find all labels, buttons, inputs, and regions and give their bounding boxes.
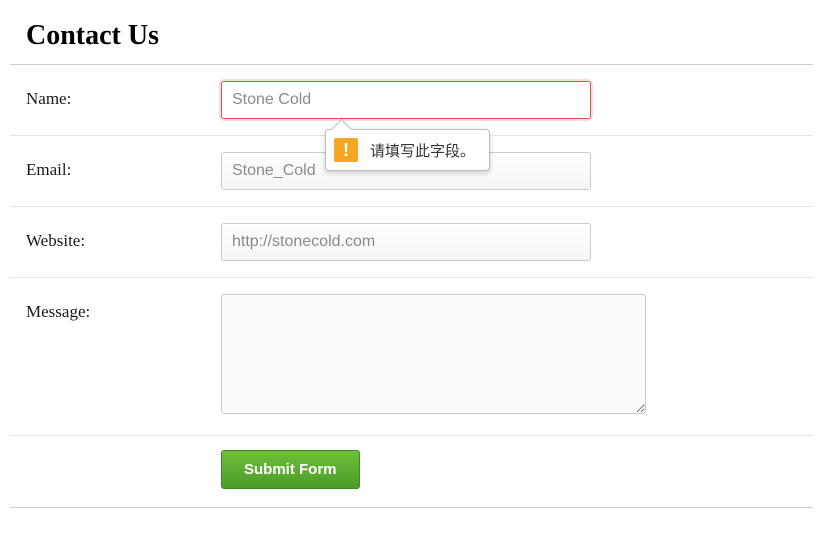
- validation-message: 请填写此字段。: [370, 140, 475, 161]
- page-title: Contact Us: [10, 20, 813, 65]
- warning-icon: !: [334, 138, 358, 162]
- email-label: Email:: [10, 136, 205, 207]
- message-label: Message:: [10, 278, 205, 436]
- website-label: Website:: [10, 207, 205, 278]
- website-input[interactable]: [221, 223, 591, 261]
- name-label: Name:: [10, 65, 205, 136]
- message-textarea[interactable]: [221, 294, 646, 414]
- validation-tooltip: ! 请填写此字段。: [325, 129, 490, 171]
- submit-button[interactable]: Submit Form: [221, 450, 360, 489]
- name-input[interactable]: [221, 81, 591, 119]
